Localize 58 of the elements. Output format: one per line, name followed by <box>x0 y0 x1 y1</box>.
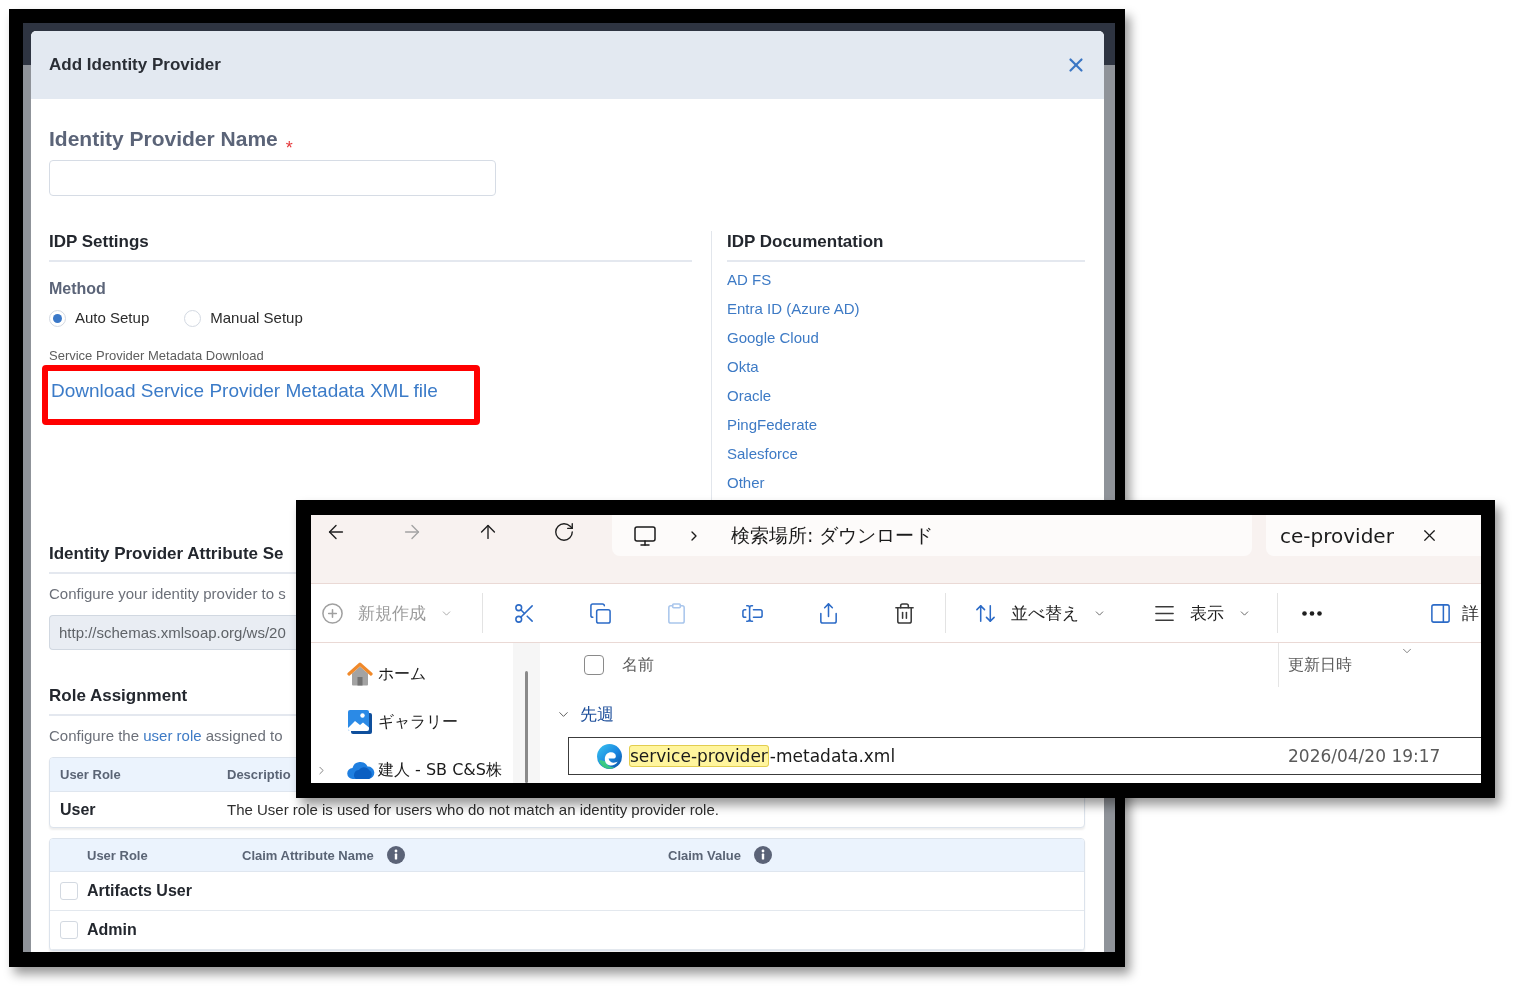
checkbox[interactable] <box>584 655 604 675</box>
radio-option[interactable]: Auto Setup <box>49 308 150 328</box>
column-header: Descriptio <box>227 767 291 782</box>
section-heading: IDP Settings <box>49 231 692 262</box>
doc-link[interactable]: Entra ID (Azure AD) <box>727 298 860 320</box>
description-text: Configure your identity provider to s <box>49 585 286 603</box>
sort-button[interactable]: 並べ替え <box>974 593 1106 633</box>
input-field[interactable] <box>49 160 496 196</box>
nav-item[interactable]: 建人 - SB C&S株 <box>311 746 513 783</box>
description-text: Configure the user role assigned to <box>49 727 283 745</box>
column-header: Claim Value <box>668 847 741 863</box>
radio-option[interactable]: Manual Setup <box>184 308 303 328</box>
nav-item[interactable]: ホーム <box>311 650 513 698</box>
address-text: 検索場所: ダウンロード <box>731 522 934 548</box>
column-header: User Role <box>87 847 148 863</box>
table-cell: User <box>60 800 96 819</box>
group-label: 先週 <box>580 702 614 726</box>
gallery-icon <box>347 709 373 735</box>
doc-link[interactable]: Other <box>727 472 765 494</box>
doc-link[interactable]: Okta <box>727 356 759 378</box>
user-role-link[interactable]: user role <box>143 727 202 744</box>
column-header[interactable]: 名前 <box>622 654 654 676</box>
field-label: Method <box>49 279 106 299</box>
doc-link[interactable]: AD FS <box>727 269 772 291</box>
doc-link[interactable]: Google Cloud <box>727 327 819 349</box>
column-header: Claim Attribute Name <box>242 847 374 863</box>
column-header: User Role <box>60 767 121 782</box>
address-bar[interactable]: 検索場所: ダウンロード <box>612 515 1252 556</box>
monitor-icon <box>633 523 657 548</box>
cloud-icon <box>347 760 375 780</box>
doc-link[interactable]: PingFederate <box>727 414 818 436</box>
browser-file-icon <box>597 743 622 769</box>
file-date: 2026/04/20 19:17 <box>1288 746 1441 766</box>
download-link[interactable]: Download Service Provider Metadata XML file <box>51 380 438 402</box>
file-name: service-provider-metadata.xml <box>629 746 897 766</box>
doc-link[interactable]: Oracle <box>727 385 772 407</box>
nav-item[interactable]: ギャラリー <box>311 698 513 746</box>
field-label: Identity Provider Name <box>49 127 278 151</box>
house-icon <box>347 661 373 687</box>
column-header[interactable]: 更新日時 <box>1288 654 1352 676</box>
field-label: Service Provider Metadata Download <box>49 348 264 363</box>
file-row[interactable]: service-provider-metadata.xml 2026/04/20 19:17 <box>568 737 1481 775</box>
table-cell: Admin <box>87 921 137 939</box>
dialog-title: Add Identity Provider <box>49 55 221 75</box>
search-field[interactable]: ce-provider <box>1280 523 1401 548</box>
radio-button-icon[interactable] <box>184 309 202 327</box>
search-box[interactable]: ce-provider <box>1266 515 1481 556</box>
required-mark: * <box>285 141 293 155</box>
details-button[interactable]: 詳 <box>1429 593 1479 633</box>
doc-link[interactable]: Salesforce <box>727 443 798 465</box>
info-icon[interactable] <box>386 846 405 864</box>
scrollbar-thumb[interactable] <box>525 671 528 783</box>
section-heading: IDP Documentation <box>727 231 1085 262</box>
info-icon[interactable] <box>754 846 772 864</box>
table-cell: The User role is used for users who do not match an identity provider role. <box>227 801 719 818</box>
radio-button-icon[interactable] <box>49 309 66 327</box>
view-button[interactable]: 表示 <box>1153 593 1251 633</box>
table-cell: Artifacts User <box>87 882 192 900</box>
